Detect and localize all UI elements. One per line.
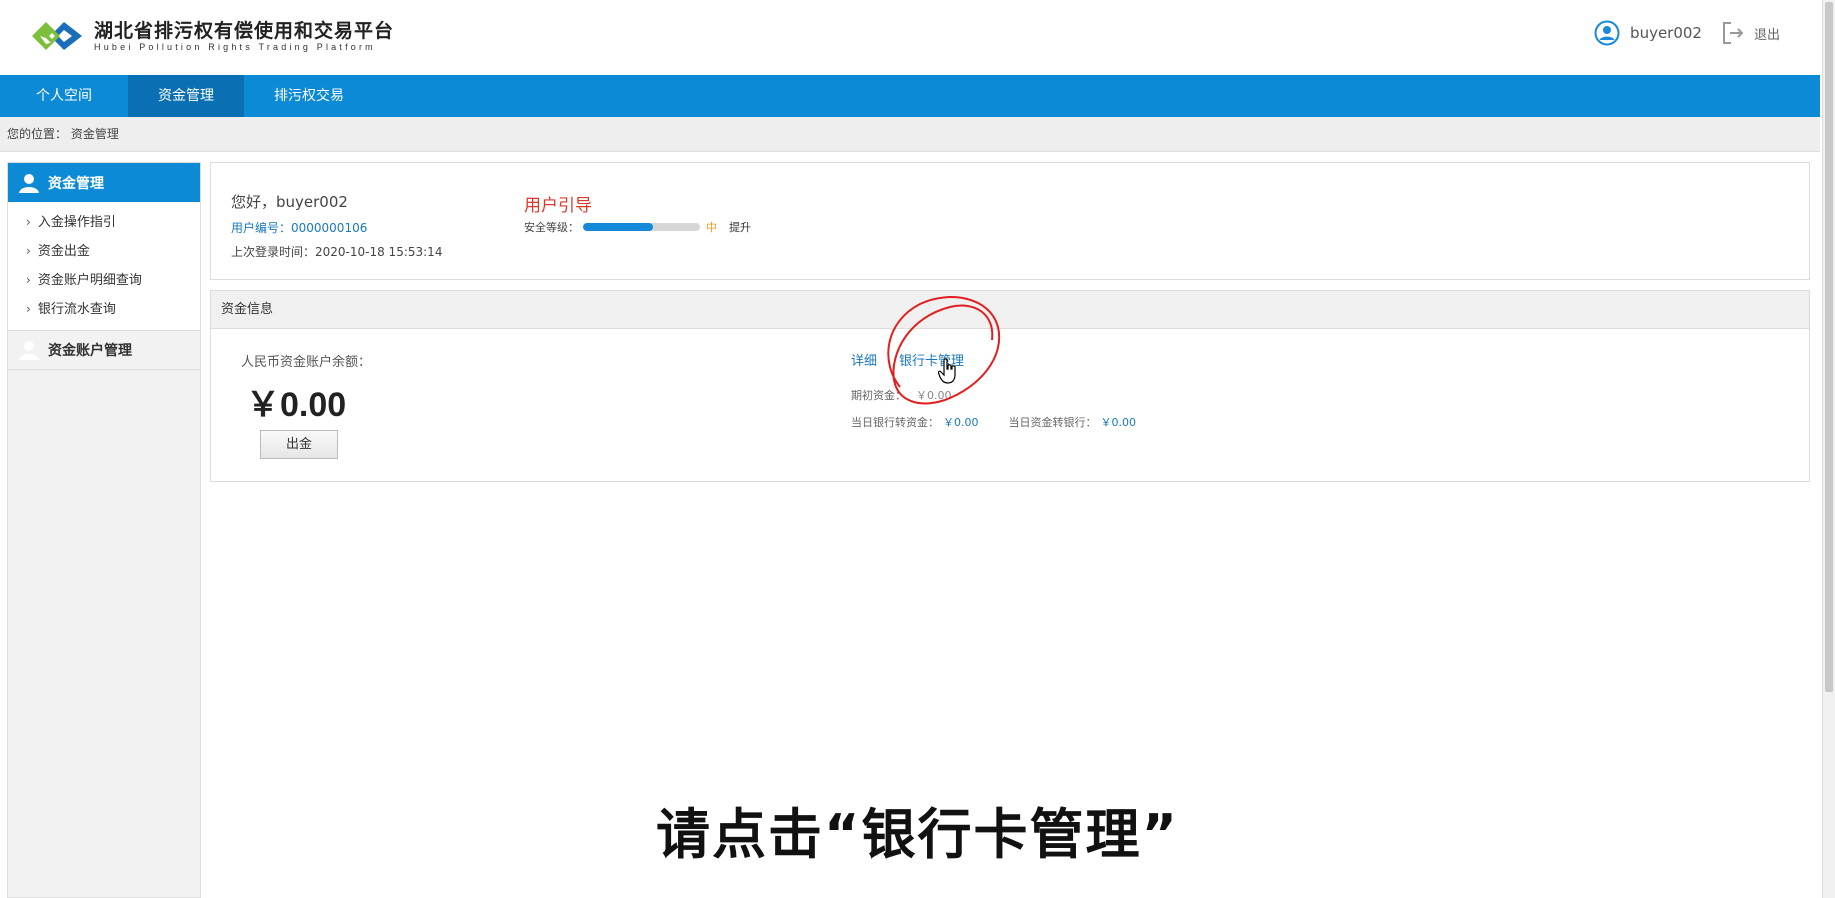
- user-icon: [19, 173, 39, 193]
- sidebar-item-bank-statement[interactable]: › 银行流水查询: [8, 295, 200, 324]
- nav-fund-management[interactable]: 资金管理: [128, 75, 244, 117]
- opening-funds-value: ￥0.00: [916, 389, 952, 402]
- sidebar-item-label: 入金操作指引: [37, 215, 116, 230]
- greeting: 您好，buyer002: [231, 193, 348, 211]
- video-caption: 请点击“银行卡管理”: [656, 803, 1179, 866]
- sidebar-list: › 入金操作指引 › 资金出金 › 资金账户明细查询 › 银行流水查询: [8, 202, 200, 330]
- daily-transfers: 当日银行转资金： ￥0.00 当日资金转银行： ￥0.00: [851, 414, 1136, 430]
- chevron-right-icon: ›: [26, 302, 31, 316]
- opening-funds-label: 期初资金：: [851, 389, 906, 402]
- user-icon: [19, 341, 39, 360]
- logout-icon[interactable]: [1720, 20, 1746, 46]
- security-level-value: 中: [706, 221, 717, 234]
- username[interactable]: buyer002: [1630, 24, 1702, 42]
- detail-link[interactable]: 详细: [851, 350, 877, 369]
- balance-value: ￥0.00: [246, 386, 347, 424]
- brand-subtitle: Hubei Pollution Rights Trading Platform: [94, 41, 376, 52]
- fund-info-header: 资金信息: [211, 291, 1809, 329]
- chevron-right-icon: ›: [26, 244, 31, 258]
- security-progress-fill: [583, 223, 654, 231]
- sidebar-item-account-details[interactable]: › 资金账户明细查询: [8, 266, 200, 295]
- sidebar-item-label: 资金账户明细查询: [37, 273, 142, 288]
- chevron-right-icon: ›: [26, 273, 31, 287]
- logo[interactable]: 湖北省排污权有偿使用和交易平台 Hubei Pollution Rights T…: [28, 18, 394, 54]
- nav-emission-trading[interactable]: 排污权交易: [244, 75, 374, 117]
- bank-to-fund-value: ￥0.00: [943, 416, 979, 429]
- balance-label: 人民币资金账户余额：: [241, 355, 372, 370]
- nav-personal-space[interactable]: 个人空间: [0, 75, 128, 117]
- security-label: 安全等级：: [524, 221, 579, 234]
- security-progress-bar: [583, 223, 700, 231]
- bank-to-fund-label: 当日银行转资金：: [851, 416, 939, 429]
- last-login-time: 上次登录时间：2020-10-18 15:53:14: [231, 245, 443, 259]
- sidebar-item-label: 资金出金: [37, 244, 90, 259]
- sidebar-section-account-management[interactable]: 资金账户管理: [8, 330, 200, 370]
- withdraw-button[interactable]: 出金: [260, 430, 338, 459]
- user-area: buyer002 退出: [1594, 20, 1780, 46]
- logo-icon: [32, 22, 82, 50]
- sidebar-section-label: 资金管理: [48, 175, 104, 192]
- header: 湖北省排污权有偿使用和交易平台 Hubei Pollution Rights T…: [0, 0, 1820, 75]
- sidebar-item-label: 银行流水查询: [37, 302, 116, 317]
- main-nav: 个人空间 资金管理 排污权交易: [0, 75, 1820, 117]
- chevron-right-icon: ›: [26, 215, 31, 229]
- fund-to-bank-label: 当日资金转银行：: [1008, 416, 1097, 429]
- sidebar-item-deposit-guide[interactable]: › 入金操作指引: [8, 208, 200, 237]
- sidebar-section-fund-management[interactable]: 资金管理: [8, 163, 200, 202]
- breadcrumb: 您的位置： 资金管理: [0, 117, 1820, 152]
- profile-card: 您好，buyer002 用户编号：0000000106 上次登录时间：2020-…: [210, 162, 1810, 280]
- user-circle-icon[interactable]: [1594, 20, 1620, 46]
- vertical-scrollbar[interactable]: [1822, 0, 1835, 898]
- sidebar-section-label: 资金账户管理: [48, 343, 132, 359]
- upgrade-link[interactable]: 提升: [729, 219, 751, 235]
- logout-link[interactable]: 退出: [1754, 24, 1780, 43]
- brand-title: 湖北省排污权有偿使用和交易平台: [94, 19, 395, 42]
- opening-funds: 期初资金： ￥0.00: [851, 387, 952, 403]
- scrollbar-thumb[interactable]: [1825, 2, 1833, 692]
- fund-info-panel: 资金信息 人民币资金账户余额： ￥0.00 出金 详细 银行卡管理 期初资金： ￥…: [210, 290, 1810, 482]
- fund-to-bank-value: ￥0.00: [1100, 416, 1137, 429]
- sidebar-item-withdraw[interactable]: › 资金出金: [8, 237, 200, 266]
- user-guide-link[interactable]: 用户引导: [524, 191, 592, 216]
- sidebar: 资金管理 › 入金操作指引 › 资金出金 › 资金账户明细查询 › 银行流水查询…: [7, 162, 201, 898]
- security-level: 安全等级： 中 提升: [524, 219, 751, 235]
- user-number: 用户编号：0000000106: [231, 221, 368, 235]
- hand-cursor-icon: [938, 358, 956, 384]
